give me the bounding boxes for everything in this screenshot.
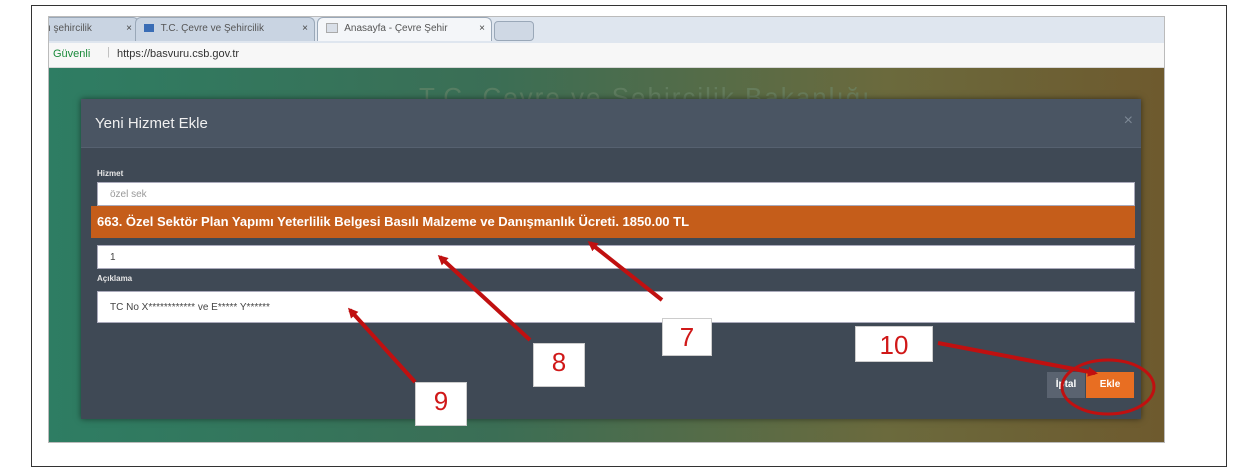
hizmet-label: Hizmet bbox=[97, 169, 124, 178]
annotation-10: 10 bbox=[855, 326, 933, 362]
cancel-button[interactable]: İptal bbox=[1047, 372, 1085, 398]
annotation-7: 7 bbox=[662, 318, 712, 356]
url-text[interactable]: https://basvuru.csb.gov.tr bbox=[117, 48, 239, 60]
hizmet-input[interactable]: özel sek bbox=[97, 182, 1135, 206]
tab-3-active[interactable]: Anasayfa - Çevre Şehir × bbox=[317, 17, 492, 41]
tab-1[interactable]: ı şehircilik × bbox=[48, 17, 139, 41]
page-background: T.C. Çevre ve Şehircilik Bakanlığı Yeni … bbox=[49, 68, 1164, 442]
tab-2-label: T.C. Çevre ve Şehircilik bbox=[160, 23, 264, 34]
tab-2[interactable]: T.C. Çevre ve Şehircilik × bbox=[135, 17, 315, 41]
annotation-9: 9 bbox=[415, 382, 467, 426]
aciklama-label: Açıklama bbox=[97, 274, 133, 283]
close-icon[interactable]: × bbox=[302, 23, 308, 34]
tab-bar: ı şehircilik × T.C. Çevre ve Şehircilik … bbox=[49, 17, 1164, 43]
secure-label: Güvenli bbox=[53, 48, 91, 60]
quantity-input[interactable]: 1 bbox=[97, 245, 1135, 269]
service-option-selected[interactable]: 663. Özel Sektör Plan Yapımı Yeterlilik … bbox=[91, 206, 1135, 238]
modal-header: Yeni Hizmet Ekle × bbox=[81, 99, 1141, 148]
close-icon[interactable]: × bbox=[126, 23, 132, 34]
close-icon[interactable]: × bbox=[479, 23, 485, 34]
aciklama-input[interactable]: TC No X************ ve E***** Y****** bbox=[97, 291, 1135, 323]
address-bar[interactable]: Güvenli | https://basvuru.csb.gov.tr bbox=[49, 43, 1164, 68]
modal-title: Yeni Hizmet Ekle bbox=[95, 115, 208, 132]
page-icon bbox=[326, 23, 338, 34]
tab-3-label: Anasayfa - Çevre Şehir bbox=[344, 23, 448, 34]
add-button[interactable]: Ekle bbox=[1086, 372, 1134, 398]
annotation-8: 8 bbox=[533, 343, 585, 387]
new-tab-button[interactable] bbox=[494, 21, 534, 41]
browser-screenshot: ı şehircilik × T.C. Çevre ve Şehircilik … bbox=[48, 16, 1165, 443]
separator: | bbox=[107, 46, 110, 58]
add-service-modal: Yeni Hizmet Ekle × Hizmet özel sek 663. … bbox=[81, 99, 1141, 419]
close-icon[interactable]: × bbox=[1124, 112, 1133, 130]
site-icon bbox=[144, 24, 154, 33]
tab-1-label: ı şehircilik bbox=[48, 23, 92, 34]
